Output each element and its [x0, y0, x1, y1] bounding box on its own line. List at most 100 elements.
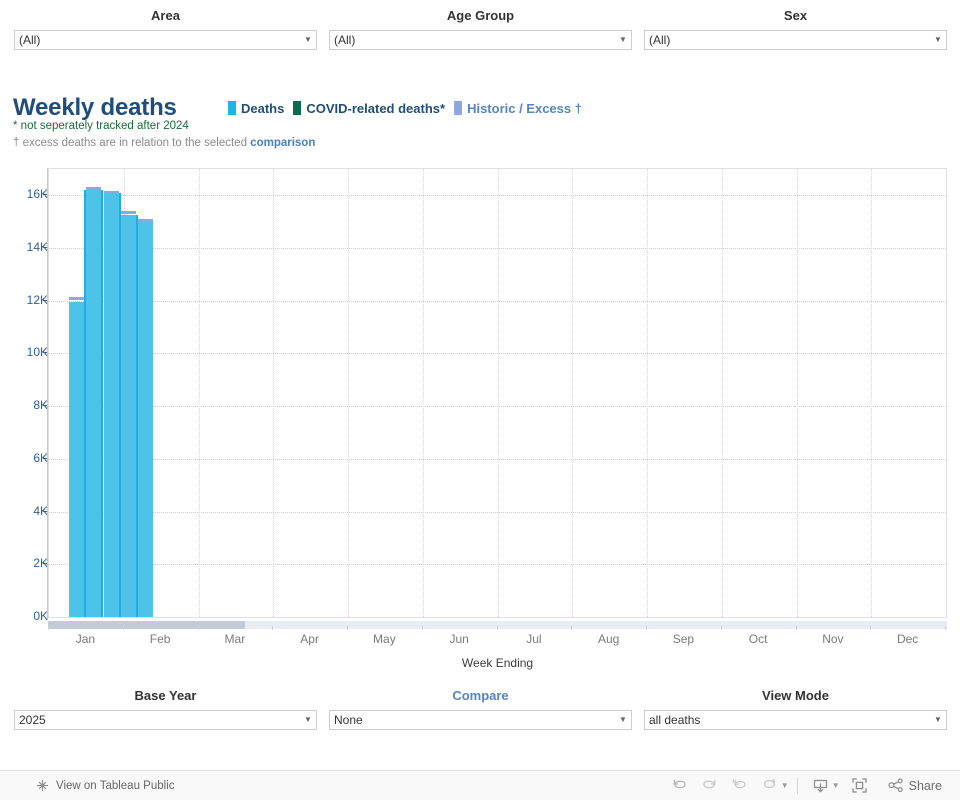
- x-axis-tick-label: Mar: [224, 632, 246, 646]
- x-axis-tick-label: Feb: [149, 632, 171, 646]
- legend-label: Historic / Excess †: [467, 100, 582, 116]
- y-axis-tick-label: 6K: [33, 450, 48, 465]
- filter-view-mode: View Mode all deaths ▼: [644, 688, 947, 730]
- x-axis-tick-mark: [571, 626, 573, 630]
- comparison-link[interactable]: comparison: [250, 137, 315, 149]
- legend-item[interactable]: Deaths: [228, 101, 284, 116]
- full-screen-button[interactable]: [840, 773, 880, 799]
- x-axis-tick-mark: [646, 626, 647, 630]
- filter-base-year: Base Year 2025 ▼: [14, 688, 317, 730]
- legend-swatch-icon: [293, 101, 302, 115]
- footnote-dagger-text: † excess deaths are in relation to the s…: [13, 137, 251, 149]
- x-axis-tick-mark: [496, 626, 498, 630]
- x-axis: Jan Feb Mar Apr May Jun Jul Aug Sep Oct Nov Dec: [48, 626, 947, 652]
- undo-button[interactable]: [665, 773, 695, 799]
- x-axis-tick-label: Jan: [75, 632, 96, 646]
- filter-base-year-value: 2025: [19, 713, 46, 727]
- refresh-dropdown-caret-icon[interactable]: ▼: [781, 781, 789, 790]
- filter-compare-dropdown[interactable]: None ▼: [329, 710, 632, 730]
- filter-age-group-dropdown[interactable]: (All) ▼: [329, 30, 632, 50]
- bar[interactable]: [138, 221, 154, 617]
- legend-swatch-icon: [228, 101, 236, 115]
- chevron-down-icon: ▼: [619, 35, 627, 44]
- top-filter-row: Area (All) ▼ Age Group (All) ▼ Sex (All)…: [0, 8, 960, 64]
- historic-marker: [120, 211, 137, 215]
- x-gridline: [198, 169, 200, 617]
- y-axis-tick-label: 8K: [33, 398, 48, 413]
- filter-sex: Sex (All) ▼: [644, 8, 947, 50]
- filter-compare-label[interactable]: Compare: [329, 688, 632, 704]
- view-on-tableau-public-button[interactable]: View on Tableau Public: [36, 779, 175, 793]
- filter-age-group-value: (All): [334, 33, 356, 47]
- historic-marker: [69, 296, 85, 300]
- bar[interactable]: [103, 192, 119, 617]
- view-on-tableau-public-label: View on Tableau Public: [56, 779, 175, 792]
- filter-age-group: Age Group (All) ▼: [329, 8, 632, 50]
- x-axis-tick-label: Jul: [526, 632, 542, 646]
- x-gridline: [572, 169, 574, 617]
- chevron-down-icon: ▼: [304, 715, 312, 724]
- download-dropdown-caret-icon[interactable]: ▼: [832, 781, 840, 790]
- y-axis: 0K 2K 4K 6K 8K 10K 12K 14K 16K: [0, 160, 48, 626]
- y-axis-tick-label: 0K: [33, 609, 48, 623]
- filter-sex-label: Sex: [783, 8, 808, 23]
- revert-button[interactable]: [725, 773, 755, 799]
- x-axis-tick-label: Jun: [449, 632, 469, 646]
- x-axis-tick-label: Apr: [300, 632, 319, 646]
- share-label: Share: [908, 778, 942, 793]
- filter-base-year-dropdown[interactable]: 2025 ▼: [14, 710, 317, 730]
- legend-item[interactable]: COVID-related deaths*: [293, 101, 445, 116]
- page-title: Weekly deaths: [13, 94, 177, 121]
- x-axis-tick-mark: [870, 626, 872, 630]
- x-gridline: [497, 169, 499, 617]
- filter-view-mode-label: View Mode: [762, 688, 829, 703]
- filter-sex-dropdown[interactable]: (All) ▼: [644, 30, 947, 50]
- x-axis-tick-label: Sep: [672, 632, 695, 646]
- x-axis-tick-mark: [197, 626, 199, 630]
- legend-item[interactable]: Historic / Excess †: [454, 101, 582, 116]
- y-axis-tick-label: 4K: [33, 503, 48, 518]
- footnote-dagger: † excess deaths are in relation to the s…: [13, 136, 315, 150]
- x-axis-tick-mark: [421, 626, 423, 630]
- chevron-down-icon: ▼: [304, 35, 312, 44]
- bar[interactable]: [86, 190, 102, 617]
- filter-compare: Compare None ▼: [329, 688, 632, 730]
- filter-compare-value: None: [334, 713, 363, 727]
- x-gridline: [422, 169, 424, 617]
- redo-button[interactable]: [695, 773, 725, 799]
- x-axis-tick-mark: [347, 626, 348, 630]
- footnote-asterisk: * not seperately tracked after 2024: [13, 120, 189, 132]
- filter-view-mode-dropdown[interactable]: all deaths ▼: [644, 710, 947, 730]
- share-button[interactable]: Share: [880, 778, 950, 793]
- bottom-filter-row: Base Year 2025 ▼ Compare None ▼ View Mod…: [0, 688, 960, 744]
- x-axis-tick-mark: [795, 626, 797, 630]
- bar[interactable]: [120, 215, 137, 617]
- chevron-down-icon: ▼: [934, 715, 942, 724]
- x-gridline: [273, 169, 275, 617]
- tableau-dashboard: Area (All) ▼ Age Group (All) ▼ Sex (All)…: [0, 0, 960, 800]
- filter-area-value: (All): [19, 33, 41, 47]
- plot-area[interactable]: [48, 168, 947, 618]
- share-icon: [888, 778, 904, 793]
- filter-view-mode-value: all deaths: [649, 713, 701, 727]
- legend-label: COVID-related deaths*: [306, 100, 446, 116]
- x-axis-tick-mark: [272, 626, 274, 630]
- toolbar-actions: ▼ ▼ Share: [665, 773, 950, 799]
- x-axis-tick-mark: [945, 626, 946, 630]
- legend-swatch-icon: [454, 101, 463, 115]
- bar[interactable]: [69, 302, 85, 617]
- legend-label: Deaths: [241, 100, 285, 116]
- x-axis-tick-label: May: [373, 632, 396, 646]
- x-axis-tick-label: Oct: [748, 632, 768, 646]
- toolbar-divider: [796, 777, 798, 794]
- x-gridline: [871, 169, 873, 617]
- tableau-logo-icon: [36, 779, 49, 792]
- filter-area-dropdown[interactable]: (All) ▼: [14, 30, 317, 50]
- x-axis-title: Week Ending: [461, 656, 534, 670]
- chart-header: Weekly deaths Deaths COVID-related deaths…: [0, 94, 960, 160]
- filter-area: Area (All) ▼: [14, 8, 317, 50]
- tableau-toolbar: View on Tableau Public ▼ ▼ Share: [0, 770, 960, 800]
- filter-sex-value: (All): [649, 33, 671, 47]
- chevron-down-icon: ▼: [619, 715, 627, 724]
- x-axis-tick-label: Nov: [822, 632, 844, 646]
